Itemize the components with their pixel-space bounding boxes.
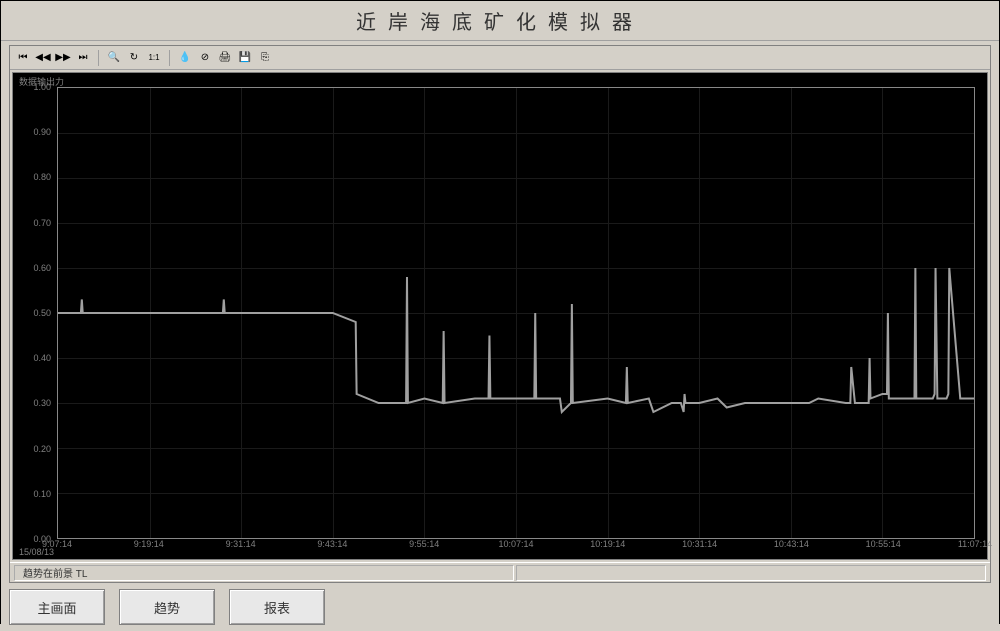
y-axis: 0.000.100.200.300.400.500.600.700.800.90…: [13, 87, 55, 539]
y-tick-label: 0.90: [33, 127, 51, 137]
toolbar-separator: [98, 50, 99, 66]
y-tick-label: 0.20: [33, 444, 51, 454]
save-button[interactable]: 💾: [236, 49, 254, 67]
status-empty: [516, 565, 986, 581]
x-tick-label: 10:31:14: [682, 539, 717, 549]
status-foreground: 趋势在前景 TL: [14, 565, 514, 581]
toolbar-separator: [169, 50, 170, 66]
drop-button[interactable]: 💧: [176, 49, 194, 67]
y-tick-label: 0.50: [33, 308, 51, 318]
last-button[interactable]: ⏭: [74, 49, 92, 67]
trend-line: [58, 88, 974, 538]
chart-frame: ⏮ ◀◀ ▶▶ ⏭ 🔍 ↻ 1:1 💧 ⊘ 🖨 💾 ⎘ 数据输出力 0.000.…: [9, 45, 991, 583]
y-tick-label: 0.60: [33, 263, 51, 273]
app-title-bar: 近岸海底矿化模拟器: [1, 1, 999, 41]
x-tick-label: 9:31:14: [226, 539, 256, 549]
y-tick-label: 1.00: [33, 82, 51, 92]
plot-region[interactable]: [57, 87, 975, 539]
toolbar: ⏮ ◀◀ ▶▶ ⏭ 🔍 ↻ 1:1 💧 ⊘ 🖨 💾 ⎘: [10, 46, 990, 70]
x-axis-date: 15/08/13: [19, 547, 54, 557]
x-tick-label: 9:19:14: [134, 539, 164, 549]
status-foreground-text: 趋势在前景 TL: [23, 565, 87, 580]
x-tick-label: 9:55:14: [409, 539, 439, 549]
first-button[interactable]: ⏮: [14, 49, 32, 67]
app-title: 近岸海底矿化模拟器: [356, 6, 644, 35]
stop-button[interactable]: ⊘: [196, 49, 214, 67]
y-tick-label: 0.80: [33, 172, 51, 182]
y-tick-label: 0.70: [33, 218, 51, 228]
main-screen-button[interactable]: 主画面: [9, 589, 105, 625]
x-tick-label: 10:07:14: [498, 539, 533, 549]
x-tick-label: 10:55:14: [866, 539, 901, 549]
refresh-button[interactable]: ↻: [125, 49, 143, 67]
y-tick-label: 0.10: [33, 489, 51, 499]
x-tick-label: 10:19:14: [590, 539, 625, 549]
y-tick-label: 0.30: [33, 398, 51, 408]
next-button[interactable]: ▶▶: [54, 49, 72, 67]
x-axis: 9:07:149:19:149:31:149:43:149:55:1410:07…: [57, 539, 975, 557]
search-button[interactable]: 🔍: [105, 49, 123, 67]
status-bar: 趋势在前景 TL: [10, 562, 990, 582]
chart-area[interactable]: 数据输出力 0.000.100.200.300.400.500.600.700.…: [12, 72, 988, 560]
report-button[interactable]: 报表: [229, 589, 325, 625]
x-tick-label: 9:43:14: [317, 539, 347, 549]
x-tick-label: 10:43:14: [774, 539, 809, 549]
x-tick-label: 11:07:14: [958, 539, 992, 549]
print-button[interactable]: 🖨: [216, 49, 234, 67]
export-button[interactable]: ⎘: [256, 49, 274, 67]
prev-button[interactable]: ◀◀: [34, 49, 52, 67]
y-tick-label: 0.40: [33, 353, 51, 363]
zoom-reset-button[interactable]: 1:1: [145, 49, 163, 67]
trend-button[interactable]: 趋势: [119, 589, 215, 625]
